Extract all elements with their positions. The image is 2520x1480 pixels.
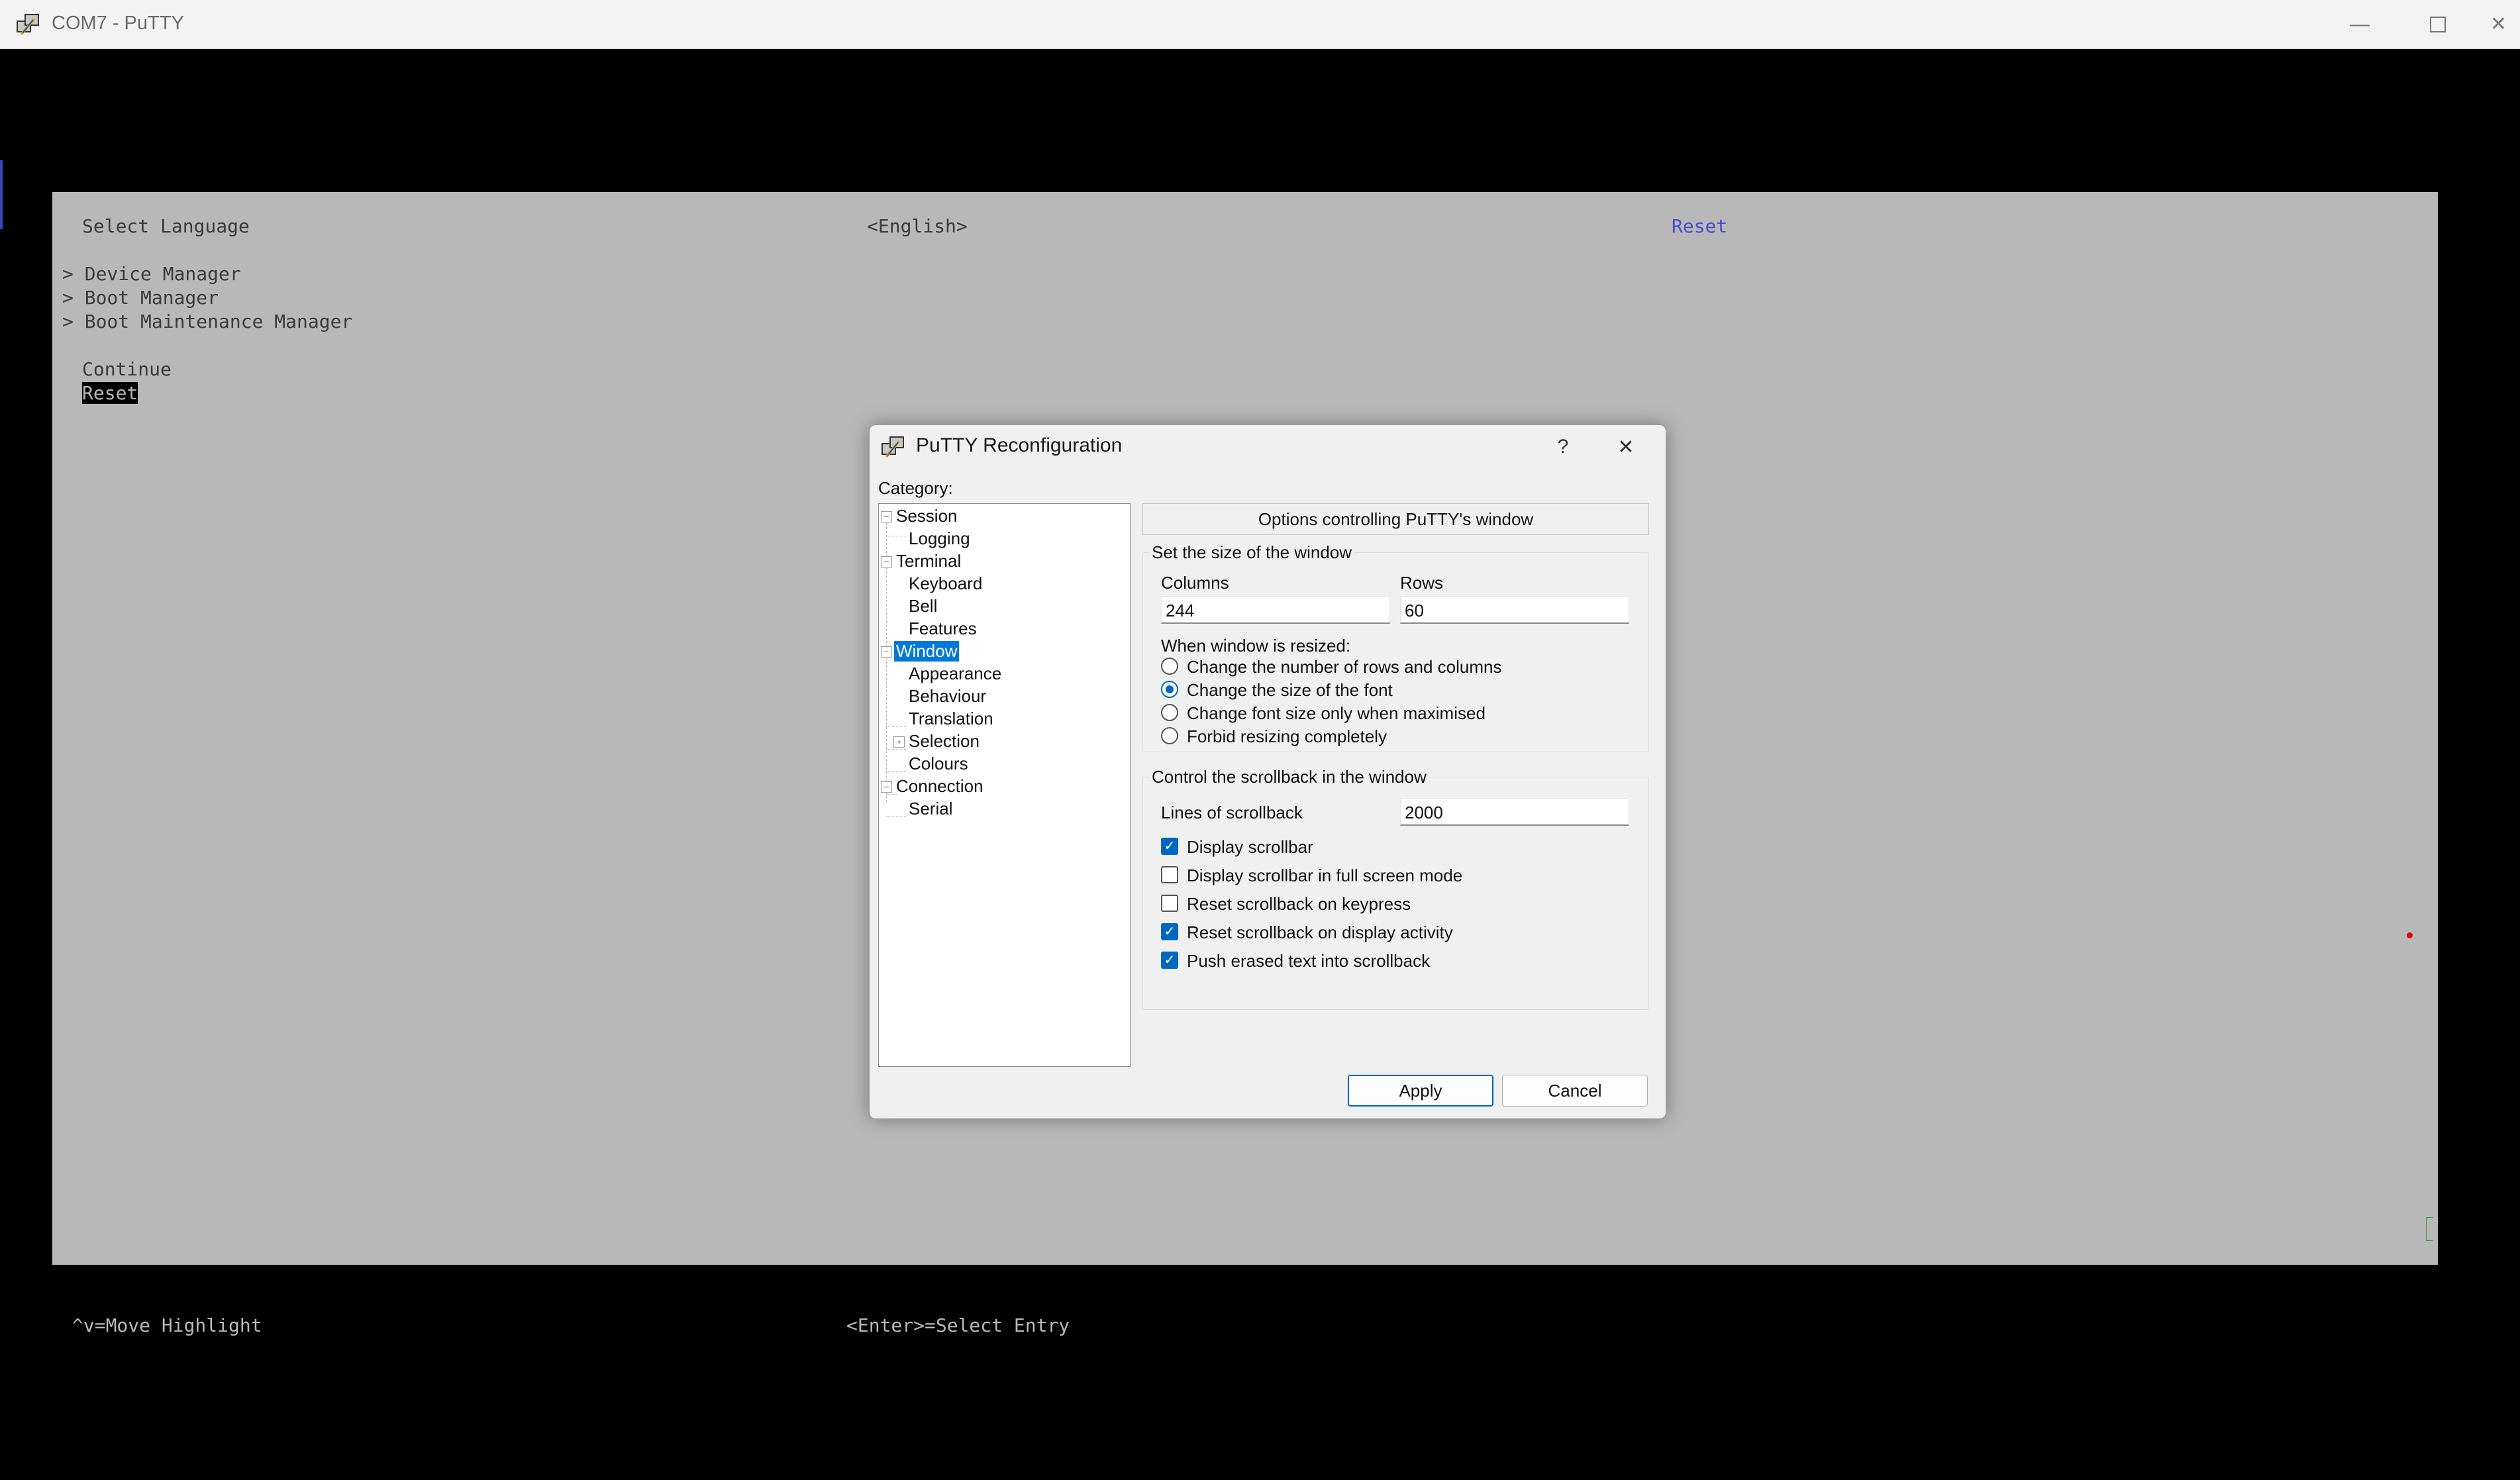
- tree-item-features[interactable]: Features: [909, 618, 977, 639]
- window-titlebar: COM7 - PuTTY — ✕: [0, 0, 2520, 49]
- tree-item-colours[interactable]: Colours: [909, 754, 968, 774]
- menu-continue[interactable]: Continue: [82, 358, 172, 380]
- menu-boot-manager[interactable]: > Boot Manager: [62, 287, 219, 309]
- radio-change-rows-columns[interactable]: [1161, 658, 1178, 675]
- putty-app-icon: [17, 14, 39, 36]
- close-icon: ✕: [2490, 13, 2507, 35]
- collapse-terminal-icon[interactable]: −: [881, 556, 892, 567]
- window-size-group-title: Set the size of the window: [1149, 542, 1355, 563]
- columns-input[interactable]: 244: [1161, 596, 1390, 624]
- scroll-marker: [2426, 1217, 2433, 1241]
- radio-forbid-resizing-label[interactable]: Forbid resizing completely: [1187, 726, 1387, 747]
- help-text: Reset: [1672, 215, 1728, 237]
- tree-item-translation[interactable]: Translation: [909, 709, 993, 729]
- checkbox-reset-on-activity-label[interactable]: Reset scrollback on display activity: [1187, 922, 1453, 943]
- tree-item-logging[interactable]: Logging: [909, 528, 970, 549]
- resize-label: When window is resized:: [1161, 636, 1351, 656]
- putty-reconfiguration-dialog: PuTTY Reconfiguration ? ✕ Category: − Se…: [869, 424, 1666, 1119]
- tree-item-bell[interactable]: Bell: [909, 596, 937, 617]
- lines-of-scrollback-label: Lines of scrollback: [1161, 803, 1303, 822]
- scrollback-group-title: Control the scrollback in the window: [1149, 767, 1429, 787]
- select-language-label[interactable]: Select Language: [82, 215, 250, 237]
- panel-title: Options controlling PuTTY's window: [1142, 503, 1649, 535]
- radio-font-size-maximised[interactable]: [1161, 704, 1178, 721]
- minimize-icon: —: [2350, 13, 2370, 35]
- maximize-icon: [2430, 16, 2446, 32]
- radio-font-size-maximised-label[interactable]: Change font size only when maximised: [1187, 703, 1486, 724]
- menu-reset[interactable]: Reset: [82, 382, 138, 404]
- columns-label: Columns: [1161, 573, 1229, 593]
- tree-item-serial[interactable]: Serial: [909, 799, 952, 819]
- tree-item-terminal[interactable]: Terminal: [896, 551, 961, 571]
- collapse-window-icon[interactable]: −: [881, 646, 892, 658]
- rows-input[interactable]: 60: [1400, 596, 1629, 624]
- rows-label: Rows: [1400, 573, 1444, 593]
- cursor-marker: [2407, 932, 2413, 938]
- tree-item-selection[interactable]: Selection: [909, 731, 980, 752]
- dialog-close-button[interactable]: ✕: [1606, 430, 1646, 464]
- putty-dialog-icon: [882, 436, 904, 458]
- tree-item-appearance[interactable]: Appearance: [909, 664, 1001, 684]
- dialog-title: PuTTY Reconfiguration: [916, 434, 1123, 456]
- footer-move-highlight: ^v=Move Highlight: [72, 1314, 262, 1336]
- tree-item-connection[interactable]: Connection: [896, 776, 983, 797]
- checkbox-reset-on-keypress[interactable]: [1161, 895, 1178, 912]
- checkbox-reset-on-keypress-label[interactable]: Reset scrollback on keypress: [1187, 894, 1411, 914]
- collapse-connection-icon[interactable]: −: [881, 781, 892, 793]
- help-button[interactable]: ?: [1543, 430, 1583, 464]
- tree-item-session[interactable]: Session: [896, 506, 958, 526]
- apply-button[interactable]: Apply: [1348, 1075, 1493, 1107]
- category-label: Category:: [878, 478, 953, 498]
- radio-change-rows-columns-label[interactable]: Change the number of rows and columns: [1187, 657, 1502, 677]
- checkbox-reset-on-activity[interactable]: ✓: [1161, 923, 1178, 940]
- checkbox-display-scrollbar-label[interactable]: Display scrollbar: [1187, 837, 1313, 858]
- window-title: COM7 - PuTTY: [52, 13, 184, 34]
- lines-of-scrollback-input[interactable]: 2000: [1400, 798, 1629, 826]
- minimize-button[interactable]: —: [2321, 0, 2399, 48]
- help-icon: ?: [1557, 436, 1569, 458]
- tree-item-behaviour[interactable]: Behaviour: [909, 686, 986, 707]
- checkbox-display-scrollbar[interactable]: ✓: [1161, 838, 1178, 855]
- close-window-button[interactable]: ✕: [2477, 0, 2520, 48]
- checkbox-scrollbar-fullscreen[interactable]: [1161, 866, 1178, 883]
- radio-change-font-size-label[interactable]: Change the size of the font: [1187, 680, 1393, 701]
- tree-item-keyboard[interactable]: Keyboard: [909, 573, 982, 594]
- window-edge-stripe: [0, 160, 3, 229]
- menu-device-manager[interactable]: > Device Manager: [62, 263, 241, 285]
- footer-select-entry: <Enter>=Select Entry: [846, 1314, 1070, 1336]
- expand-selection-icon[interactable]: +: [893, 736, 905, 748]
- menu-boot-maintenance-manager[interactable]: > Boot Maintenance Manager: [62, 311, 352, 332]
- cancel-button[interactable]: Cancel: [1502, 1075, 1648, 1107]
- tree-item-window[interactable]: Window: [894, 641, 960, 662]
- language-value[interactable]: <English>: [867, 215, 968, 237]
- collapse-session-icon[interactable]: −: [881, 511, 892, 522]
- checkbox-scrollbar-fullscreen-label[interactable]: Display scrollbar in full screen mode: [1187, 865, 1462, 886]
- maximize-button[interactable]: [2399, 0, 2477, 48]
- radio-forbid-resizing[interactable]: [1161, 727, 1178, 744]
- category-tree[interactable]: − Session Logging − Terminal Keyboard Be…: [878, 503, 1131, 1067]
- radio-change-font-size[interactable]: [1161, 681, 1178, 698]
- close-icon: ✕: [1617, 436, 1635, 458]
- checkbox-push-erased-text[interactable]: ✓: [1161, 952, 1178, 969]
- checkbox-push-erased-text-label[interactable]: Push erased text into scrollback: [1187, 951, 1430, 971]
